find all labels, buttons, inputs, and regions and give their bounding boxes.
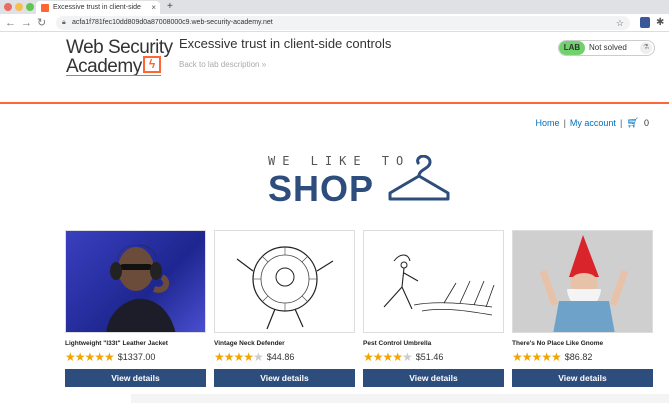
banner-shop-title: SHOP <box>268 168 375 209</box>
tab-close-icon[interactable]: × <box>151 1 156 14</box>
logo-line1: Web Security <box>66 37 173 58</box>
forward-icon[interactable]: → <box>21 16 32 30</box>
back-to-lab-description-link[interactable]: Back to lab description » <box>179 60 266 69</box>
lab-status-widget: LAB Not solved ⚗ <box>558 40 655 56</box>
product-grid: Lightweight "l33t" Leather Jacket ★★★★★ … <box>0 230 669 403</box>
nav-separator: | <box>619 118 623 128</box>
reload-icon[interactable]: ↻ <box>37 16 46 30</box>
star-icon[interactable]: ☆ <box>616 16 624 30</box>
cart-count: 0 <box>643 118 649 128</box>
product-price: $44.86 <box>266 351 295 362</box>
product-price: $51.46 <box>415 351 444 362</box>
view-details-button[interactable]: View details <box>65 369 206 387</box>
hanger-icon <box>388 155 450 201</box>
product-name: Vintage Neck Defender <box>214 340 285 347</box>
top-navigation: Home | My account | 🛒︎ 0 <box>536 118 649 129</box>
lab-title: Excessive trust in client-side controls <box>179 36 392 51</box>
nav-my-account-link[interactable]: My account <box>570 118 616 128</box>
favicon-icon <box>41 4 49 12</box>
nav-home-link[interactable]: Home <box>536 118 560 128</box>
product-image-gnome[interactable] <box>512 230 653 333</box>
page-footer-band <box>131 394 669 403</box>
product-rating: ★★★★★ $51.46 <box>363 350 504 363</box>
back-icon[interactable]: ← <box>5 16 16 30</box>
cart-icon[interactable]: 🛒︎ <box>626 118 639 129</box>
url-text: acfa1f781fec10dd809d0a87008000c9.web-sec… <box>72 19 273 26</box>
product-name: Pest Control Umbrella <box>363 340 432 347</box>
product-card: Lightweight "l33t" Leather Jacket ★★★★★ … <box>65 230 206 387</box>
nav-separator: | <box>563 118 566 128</box>
product-name: There's No Place Like Gnome <box>512 340 604 347</box>
browser-tab[interactable]: Excessive trust in client-side × <box>36 1 160 14</box>
view-details-button[interactable]: View details <box>214 369 355 387</box>
product-card: Pest Control Umbrella ★★★★★ $51.46 View … <box>363 230 504 387</box>
rating-stars-icon: ★★★★★ <box>214 349 264 364</box>
lab-badge: LAB <box>559 41 585 55</box>
extension-icon[interactable] <box>640 17 650 28</box>
product-price: $86.82 <box>564 351 593 362</box>
product-image-jacket[interactable] <box>65 230 206 333</box>
window-minimize-button[interactable] <box>15 3 23 11</box>
browser-toolbar: ← → ↻ 🔒︎ acfa1f781fec10dd809d0a87008000c… <box>0 14 669 32</box>
lab-status-text: Not solved <box>589 43 627 52</box>
rating-stars-icon: ★★★★★ <box>65 349 115 364</box>
window-close-button[interactable] <box>4 3 12 11</box>
tab-title: Excessive trust in client-side <box>53 4 141 11</box>
product-card: There's No Place Like Gnome ★★★★★ $86.82… <box>512 230 653 387</box>
address-bar[interactable]: 🔒︎ acfa1f781fec10dd809d0a87008000c9.web-… <box>56 16 630 30</box>
new-tab-button[interactable]: + <box>167 0 173 13</box>
flask-icon: ⚗ <box>640 42 652 54</box>
product-rating: ★★★★★ $44.86 <box>214 350 355 363</box>
academy-header: Web Security Academy ϟ Excessive trust i… <box>0 32 669 104</box>
puzzle-icon[interactable]: ✱ <box>656 17 664 28</box>
logo-bolt-icon: ϟ <box>143 56 161 73</box>
product-image-umbrella[interactable] <box>363 230 504 333</box>
window-zoom-button[interactable] <box>26 3 34 11</box>
view-details-button[interactable]: View details <box>363 369 504 387</box>
product-rating: ★★★★★ $1337.00 <box>65 350 206 363</box>
lock-icon[interactable]: 🔒︎ <box>62 16 66 30</box>
rating-stars-icon: ★★★★★ <box>512 349 562 364</box>
product-rating: ★★★★★ $86.82 <box>512 350 653 363</box>
rating-stars-icon: ★★★★★ <box>363 349 413 364</box>
product-name: Lightweight "l33t" Leather Jacket <box>65 340 168 347</box>
product-image-neck-defender[interactable] <box>214 230 355 333</box>
logo-underline <box>66 75 161 76</box>
product-card: Vintage Neck Defender ★★★★★ $44.86 View … <box>214 230 355 387</box>
view-details-button[interactable]: View details <box>512 369 653 387</box>
product-price: $1337.00 <box>117 351 156 362</box>
browser-tab-bar: Excessive trust in client-side × + <box>0 0 669 14</box>
